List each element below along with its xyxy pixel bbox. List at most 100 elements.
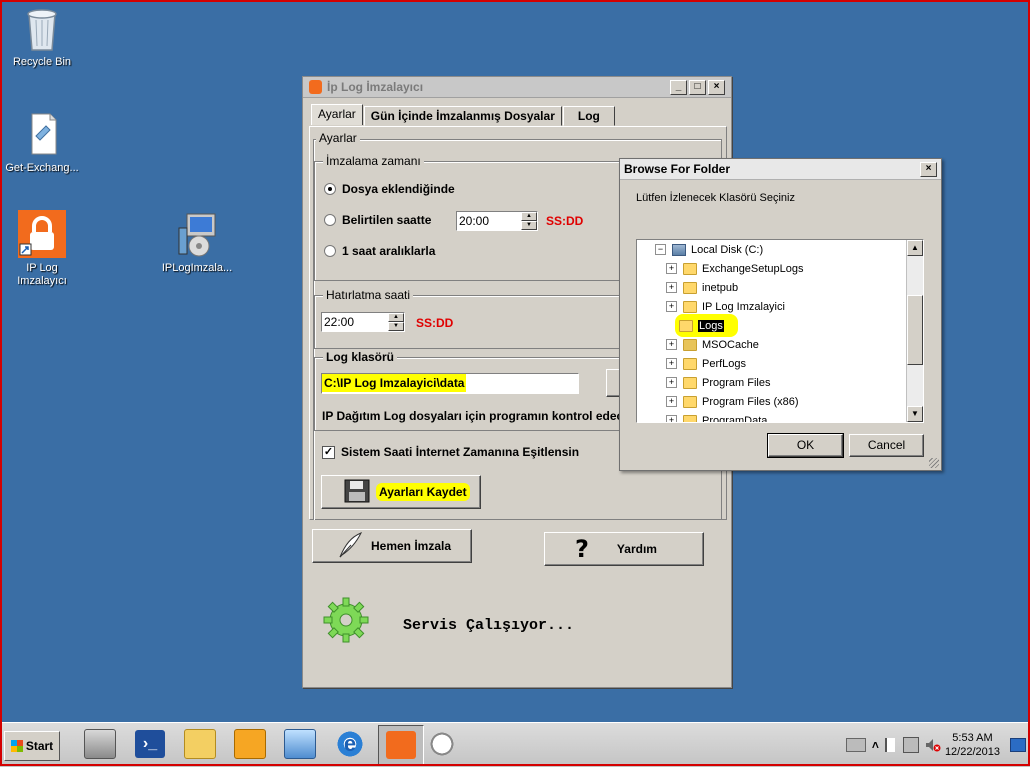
taskbar-explorer[interactable]: [178, 725, 222, 763]
tree-item[interactable]: + ProgramData: [666, 411, 768, 423]
browse-folder-dialog: Browse For Folder × Lütfen İzlenecek Kla…: [619, 158, 942, 471]
help-button[interactable]: ? Yardım: [544, 532, 704, 566]
folder-icon: [683, 357, 697, 370]
keyboard-icon[interactable]: [845, 738, 866, 752]
scroll-down-button[interactable]: ▼: [907, 406, 923, 422]
scroll-thumb[interactable]: [907, 295, 923, 365]
network-icon[interactable]: [902, 737, 919, 753]
expand-icon[interactable]: +: [666, 415, 677, 422]
volume-muted-icon[interactable]: [925, 738, 941, 752]
maximize-button[interactable]: □: [689, 80, 706, 95]
expand-icon[interactable]: +: [666, 358, 677, 369]
tree-item-local-disk[interactable]: − Local Disk (C:): [655, 240, 763, 259]
desktop-icon-recycle-bin[interactable]: Recycle Bin: [0, 4, 87, 69]
desktop-icon-label: Get-Exchang...: [5, 162, 79, 174]
taskbar-time-tool[interactable]: [420, 725, 464, 763]
clock-date: 12/22/2013: [944, 746, 1000, 758]
taskbar-exchange[interactable]: [228, 725, 272, 763]
expand-icon[interactable]: +: [666, 263, 677, 274]
tree-item[interactable]: + MSOCache: [666, 335, 759, 354]
spin-down-button[interactable]: ▼: [388, 322, 404, 331]
desktop-icon-label: IPLogImzala...: [161, 262, 233, 274]
tree-item-label: MSOCache: [702, 338, 759, 351]
tab-strip: Ayarlar Gün İçinde İmzalanmış Dosyalar L…: [311, 104, 616, 126]
taskbar-control-panel[interactable]: [278, 725, 322, 763]
tree-item-logs-selected[interactable]: Logs: [675, 314, 738, 337]
tree-item-label: ProgramData: [702, 414, 768, 423]
folder-tree[interactable]: − Local Disk (C:) + ExchangeSetupLogs + …: [636, 239, 924, 423]
service-status: Servis Çalışıyor...: [403, 617, 575, 634]
taskbar-server-manager[interactable]: [78, 725, 122, 763]
tab-ayarlar[interactable]: Ayarlar: [311, 104, 363, 125]
title-bar[interactable]: İp Log İmzalayıcı _ □ ×: [303, 77, 731, 98]
tree-item[interactable]: + ExchangeSetupLogs: [666, 259, 804, 278]
action-center-flag-icon[interactable]: [884, 738, 897, 752]
expand-icon[interactable]: +: [666, 282, 677, 293]
tree-item-label: Logs: [698, 319, 724, 332]
system-clock[interactable]: 5:53 AM 12/22/2013: [945, 731, 1000, 759]
log-folder-path-input[interactable]: C:\IP Log Imzalayici\data: [321, 373, 579, 394]
show-desktop-icon[interactable]: [1010, 738, 1026, 752]
tab-log[interactable]: Log: [562, 106, 615, 126]
tree-item[interactable]: + PerfLogs: [666, 354, 746, 373]
browse-folder-button[interactable]: [606, 369, 620, 397]
desktop-icon-get-exchange[interactable]: Get-Exchang...: [0, 110, 87, 175]
folder-icon: [683, 395, 697, 408]
control-panel-icon: [284, 729, 316, 759]
desktop-icon-label: Recycle Bin: [12, 56, 72, 68]
expand-icon[interactable]: +: [666, 339, 677, 350]
taskbar-powershell[interactable]: ›_: [128, 725, 172, 763]
tray-expand-chevron[interactable]: ˄: [872, 738, 879, 752]
floppy-disk-icon: [344, 479, 370, 506]
sign-time-spinner[interactable]: 20:00 ▲ ▼: [456, 211, 538, 231]
taskbar-ip-log-imzalayici[interactable]: [378, 725, 424, 765]
scroll-up-button[interactable]: ▲: [907, 240, 923, 256]
dialog-title-bar[interactable]: Browse For Folder ×: [620, 159, 941, 180]
log-folder-title: Log klasörü: [323, 350, 398, 364]
sync-time-checkbox[interactable]: ✓ Sistem Saati İnternet Zamanına Eşitlen…: [322, 445, 579, 459]
resize-grip[interactable]: [929, 458, 939, 468]
desktop-icon-ip-log-imzalayici[interactable]: IP Log Imzalayıcı: [0, 210, 87, 288]
clock-icon: [427, 730, 457, 758]
expand-icon[interactable]: +: [666, 301, 677, 312]
log-folder-note: IP Dağıtım Log dosyaları için programın …: [322, 409, 622, 423]
dialog-title: Browse For Folder: [624, 162, 731, 176]
radio-label: Belirtilen saatte: [342, 213, 432, 227]
locked-folder-icon: [683, 338, 697, 351]
taskbar-internet-explorer[interactable]: e: [328, 725, 372, 763]
spin-down-button[interactable]: ▼: [521, 221, 537, 230]
start-button[interactable]: Start: [4, 731, 60, 761]
expand-icon[interactable]: +: [666, 377, 677, 388]
tab-signed-files[interactable]: Gün İçinde İmzalanmış Dosyalar: [363, 106, 562, 126]
radio-dot: [324, 183, 336, 195]
save-settings-button[interactable]: Ayarları Kaydet: [321, 475, 481, 509]
tree-item[interactable]: + Program Files (x86): [666, 392, 799, 411]
reminder-time-value: 22:00: [324, 315, 355, 329]
expand-icon[interactable]: +: [666, 396, 677, 407]
window-title: İp Log İmzalayıcı: [327, 80, 424, 94]
reminder-time-format: SS:DD: [416, 316, 454, 330]
recycle-bin-icon: [18, 4, 66, 52]
dialog-close-button[interactable]: ×: [920, 162, 937, 177]
radio-dot: [324, 245, 336, 257]
desktop-icon-installer[interactable]: IPLogImzala...: [152, 210, 242, 275]
spin-up-button[interactable]: ▲: [521, 212, 537, 221]
radio-on-file-added[interactable]: Dosya eklendiğinde: [324, 182, 455, 196]
sign-now-button[interactable]: Hemen İmzala: [312, 529, 472, 563]
clock-time: 5:53 AM: [952, 732, 993, 744]
radio-dot: [324, 214, 336, 226]
radio-hourly[interactable]: 1 saat aralıklarla: [324, 244, 435, 258]
cancel-button[interactable]: Cancel: [849, 434, 924, 457]
collapse-icon[interactable]: −: [655, 244, 666, 255]
reminder-time-spinner[interactable]: 22:00 ▲ ▼: [321, 312, 405, 332]
tree-item-label: Program Files (x86): [702, 395, 799, 408]
tree-item[interactable]: + Program Files: [666, 373, 770, 392]
tree-scrollbar[interactable]: ▲ ▼: [906, 240, 923, 422]
close-button[interactable]: ×: [708, 80, 725, 95]
tree-item[interactable]: + inetpub: [666, 278, 738, 297]
folder-icon: [683, 281, 697, 294]
radio-at-specified-time[interactable]: Belirtilen saatte: [324, 213, 431, 227]
spin-up-button[interactable]: ▲: [388, 313, 404, 322]
ok-button[interactable]: OK: [767, 433, 844, 458]
minimize-button[interactable]: _: [670, 80, 687, 95]
